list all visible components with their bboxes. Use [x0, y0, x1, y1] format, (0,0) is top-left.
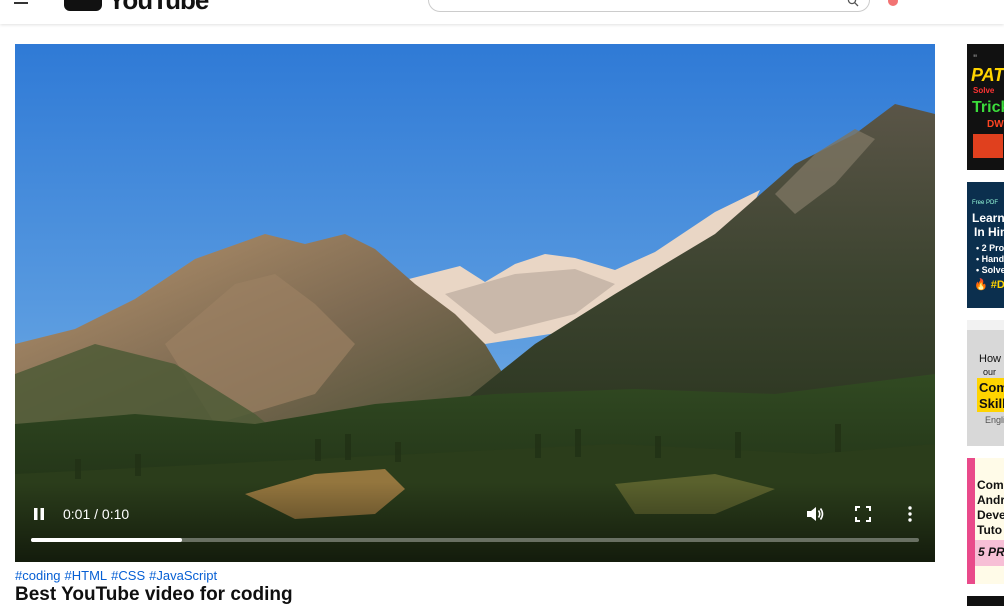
hashtag-link[interactable]: #HTML	[65, 568, 108, 583]
youtube-logo[interactable]: YouTube	[64, 0, 209, 15]
hashtag-link[interactable]: #coding	[15, 568, 61, 583]
thumbnail-text: • Solve	[976, 265, 1004, 275]
logo-wordmark: YouTube	[108, 0, 209, 15]
more-options-icon[interactable]	[905, 505, 915, 523]
thumbnail-text: Solve	[973, 86, 995, 95]
time-display: 0:01 / 0:10	[63, 506, 130, 522]
progress-fill	[31, 538, 182, 542]
pause-icon[interactable]	[31, 506, 47, 522]
recommended-thumbnail[interactable]	[967, 596, 1004, 606]
menu-icon[interactable]	[14, 0, 28, 6]
video-player[interactable]: 0:01 / 0:10	[15, 44, 935, 562]
recommended-thumbnail[interactable]: Free PDF Learn In Hin • 2 Pro • Hand • S…	[967, 182, 1004, 308]
top-bar: YouTube	[0, 0, 1004, 24]
thumbnail-text: Com	[977, 478, 1004, 492]
thumbnail-text: • 2 Pro	[976, 243, 1004, 253]
hashtags: #coding #HTML #CSS #JavaScript	[15, 568, 221, 583]
progress-bar[interactable]	[31, 538, 919, 542]
recommended-thumbnail[interactable]: Com Andr Deve Tuto 5 PRO	[967, 458, 1004, 584]
hashtag-link[interactable]: #JavaScript	[149, 568, 217, 583]
thumbnail-graphic	[973, 134, 1003, 158]
volume-icon[interactable]	[805, 504, 825, 524]
thumbnail-text: "	[973, 53, 978, 63]
thumbnail-text: DW	[987, 119, 1004, 130]
youtube-play-icon	[64, 0, 102, 11]
thumbnail-text: 5 PRO	[978, 545, 1004, 559]
thumbnail-text: Engli	[985, 415, 1004, 425]
thumbnail-text: Free PDF	[972, 200, 999, 206]
thumbnail-text: • Hand	[976, 254, 1004, 264]
thumbnail-text: 🔥 #D	[974, 279, 1004, 291]
thumbnail-text: Trick	[972, 99, 1004, 116]
fullscreen-icon[interactable]	[855, 506, 871, 522]
thumbnail-text: Skills	[979, 396, 1004, 411]
thumbnail-text: Andr	[977, 493, 1004, 507]
controls-gradient	[15, 482, 935, 562]
thumbnail-text: PAT	[971, 65, 1004, 85]
thumbnail-text: How t	[979, 353, 1004, 365]
thumbnail-text: Com	[979, 380, 1004, 395]
thumbnail-text: Tuto	[977, 523, 1003, 537]
thumbnail-text: our	[983, 367, 997, 377]
search-icon[interactable]	[847, 0, 859, 7]
search-input[interactable]	[428, 0, 870, 12]
thumbnail-graphic	[967, 458, 975, 584]
thumbnail-text: In Hin	[974, 225, 1004, 239]
video-title: Best YouTube video for coding	[15, 584, 293, 605]
notification-icon[interactable]	[888, 0, 898, 6]
hashtag-link[interactable]: #CSS	[111, 568, 145, 583]
recommended-thumbnail[interactable]: How t our Com Skills Engli	[967, 320, 1004, 446]
recommended-thumbnail[interactable]: " PAT Solve Trick DW	[967, 44, 1004, 170]
thumbnail-text: Deve	[977, 508, 1004, 522]
thumbnail-text: Learn	[972, 211, 1004, 225]
